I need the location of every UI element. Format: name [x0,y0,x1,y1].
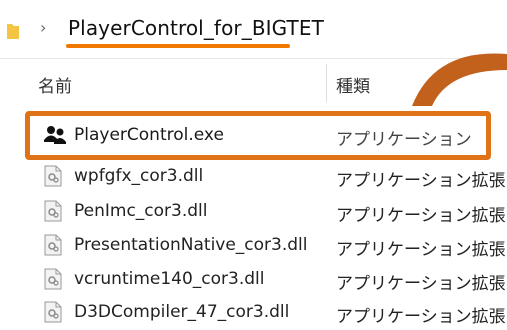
file-type: アプリケーション拡張 [336,171,506,191]
dll-file-icon [44,200,64,222]
file-name: PresentationNative_cor3.dll [74,235,308,255]
file-name: wpfgfx_cor3.dll [74,166,204,186]
column-header-name[interactable]: 名前 [38,72,72,97]
breadcrumb-underline [66,44,290,48]
file-type: アプリケーション拡張 [336,274,506,294]
dll-file-icon [44,301,64,323]
file-type: アプリケーション拡張 [336,240,506,260]
dll-file-icon [44,234,64,256]
dll-file-icon [44,268,64,290]
chevron-right-icon[interactable]: › [40,18,46,37]
file-type: アプリケーション拡張 [336,206,506,226]
file-name: vcruntime140_cor3.dll [74,269,265,289]
column-separator[interactable] [326,64,327,102]
file-row-vcruntime[interactable]: vcruntime140_cor3.dll アプリケーション拡張 [0,261,507,297]
file-name: PenImc_cor3.dll [74,201,208,221]
highlight-box [25,111,491,160]
arrow-icon [412,53,507,106]
file-name: D3DCompiler_47_cor3.dll [74,302,290,322]
file-row-presentationnative[interactable]: PresentationNative_cor3.dll アプリケーション拡張 [0,227,507,263]
file-row-wpfgfx[interactable]: wpfgfx_cor3.dll アプリケーション拡張 [0,158,507,194]
file-type: アプリケーション拡張 [336,307,506,327]
folder-icon [6,22,20,44]
breadcrumb-folder[interactable]: PlayerControl_for_BIGTET [68,16,324,40]
file-row-penimc[interactable]: PenImc_cor3.dll アプリケーション拡張 [0,193,507,229]
file-row-d3dcompiler[interactable]: D3DCompiler_47_cor3.dll アプリケーション拡張 [0,294,507,330]
dll-file-icon [44,165,64,187]
column-header-type[interactable]: 種類 [336,72,370,97]
